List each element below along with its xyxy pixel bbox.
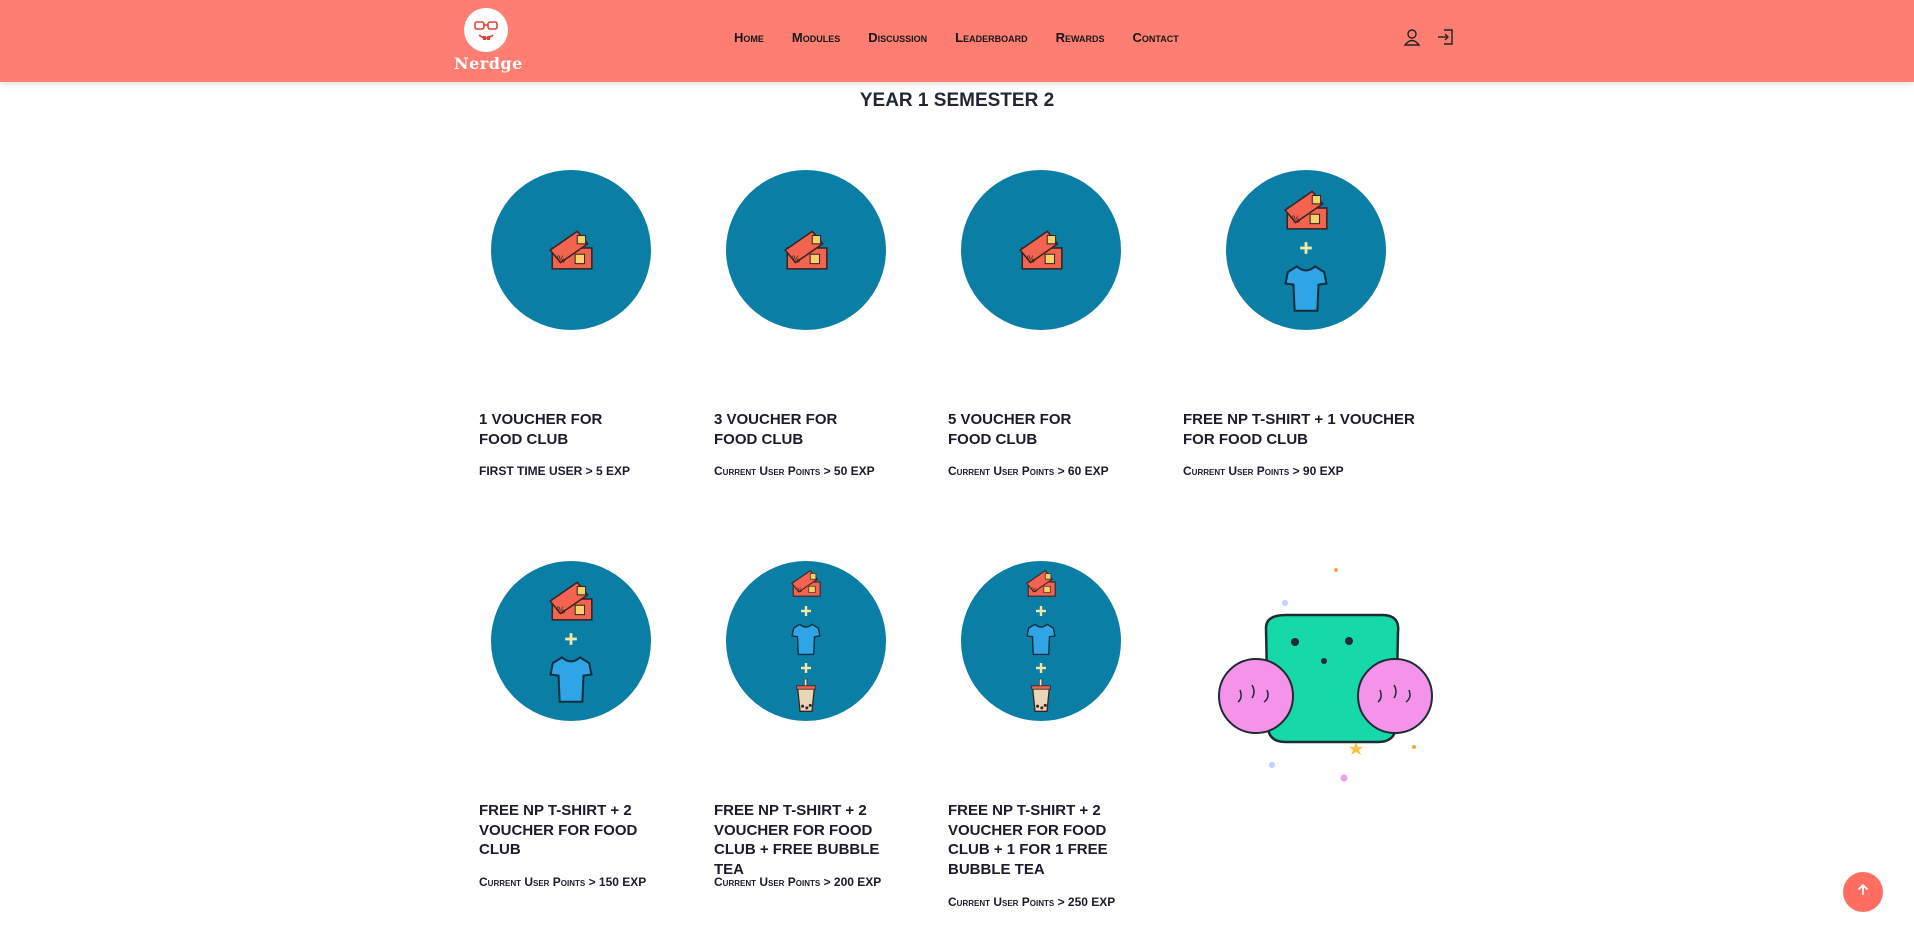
nav-discussion[interactable]: Discussion — [868, 30, 927, 45]
nav-contact[interactable]: Contact — [1132, 30, 1178, 45]
plus-icon — [800, 604, 812, 622]
reward-image-circle: % — [491, 561, 651, 721]
main-nav: Home Modules Discussion Leaderboard Rewa… — [734, 26, 1179, 48]
plus-icon — [1035, 661, 1047, 679]
reward-title: FREE NP T-SHIRT + 2 VOUCHER FOR FOOD CLU… — [948, 802, 1108, 878]
tshirt-icon — [546, 654, 596, 709]
voucher-icon: % — [546, 223, 596, 278]
svg-text:%: % — [1026, 254, 1035, 265]
svg-text:%: % — [1031, 585, 1037, 593]
reward-requirement: Current User Points > 60 EXP — [948, 464, 1109, 478]
reward-requirement: FIRST TIME USER > 5 EXP — [479, 464, 631, 478]
svg-text:%: % — [1291, 214, 1300, 225]
brand-logo[interactable]: Nerdge — [454, 8, 522, 73]
arrow-up-icon — [1855, 882, 1871, 903]
reward-requirement: Current User Points > 250 EXP — [948, 895, 1116, 909]
voucher-icon: % — [1281, 183, 1331, 238]
reward-image-circle: % — [726, 170, 886, 330]
cheer-mascot-illustration — [1210, 560, 1440, 790]
reward-image-circle: % — [961, 561, 1121, 721]
reward-title: 5 VOUCHER FOR FOOD CLUB — [948, 411, 1072, 448]
reward-requirement: Current User Points > 50 EXP — [714, 464, 875, 478]
svg-text:%: % — [791, 254, 800, 265]
reward-requirement: Current User Points > 90 EXP — [1183, 464, 1344, 478]
plus-icon — [800, 661, 812, 679]
reward-image-circle: % — [1226, 170, 1386, 330]
bubble-tea-icon — [789, 678, 823, 718]
reward-title: FREE NP T-SHIRT + 1 VOUCHER FOR FOOD CLU… — [1183, 411, 1415, 448]
tshirt-icon — [789, 622, 823, 661]
reward-title: FREE NP T-SHIRT + 2 VOUCHER FOR FOOD CLU… — [714, 802, 880, 878]
tshirt-icon — [1024, 622, 1058, 661]
user-icon[interactable] — [1402, 27, 1422, 47]
svg-text:%: % — [556, 254, 565, 265]
scroll-to-top-button[interactable] — [1843, 872, 1883, 912]
site-header: Nerdge Home Modules Discussion Leaderboa… — [0, 0, 1914, 82]
reward-requirement: Current User Points > 200 EXP — [714, 875, 882, 889]
login-icon[interactable] — [1436, 27, 1456, 47]
voucher-icon: % — [1024, 565, 1058, 604]
nav-modules[interactable]: Modules — [792, 30, 840, 45]
voucher-icon: % — [781, 223, 831, 278]
brand-name: Nerdge — [454, 54, 523, 73]
voucher-icon: % — [789, 565, 823, 604]
reward-image-circle: % — [726, 561, 886, 721]
plus-icon — [1299, 241, 1313, 260]
voucher-icon: % — [546, 574, 596, 629]
header-actions — [1402, 27, 1470, 47]
reward-image-circle: % — [491, 170, 651, 330]
reward-image-circle: % — [961, 170, 1121, 330]
reward-requirement: Current User Points > 150 EXP — [479, 875, 647, 889]
voucher-icon: % — [1016, 223, 1066, 278]
svg-text:%: % — [556, 605, 565, 616]
nav-home[interactable]: Home — [734, 30, 764, 45]
nav-rewards[interactable]: Rewards — [1056, 30, 1105, 45]
plus-icon — [564, 632, 578, 651]
reward-title: 1 VOUCHER FOR FOOD CLUB — [479, 411, 603, 448]
svg-text:%: % — [796, 585, 802, 593]
reward-title: 3 VOUCHER FOR FOOD CLUB — [714, 411, 838, 448]
bubble-tea-icon — [1024, 678, 1058, 718]
plus-icon — [1035, 604, 1047, 622]
page-title: YEAR 1 SEMESTER 2 — [859, 90, 1055, 111]
nav-leaderboard[interactable]: Leaderboard — [955, 30, 1027, 45]
nerd-face-icon — [464, 8, 508, 52]
reward-title: FREE NP T-SHIRT + 2 VOUCHER FOR FOOD CLU… — [479, 802, 638, 858]
tshirt-icon — [1281, 263, 1331, 318]
